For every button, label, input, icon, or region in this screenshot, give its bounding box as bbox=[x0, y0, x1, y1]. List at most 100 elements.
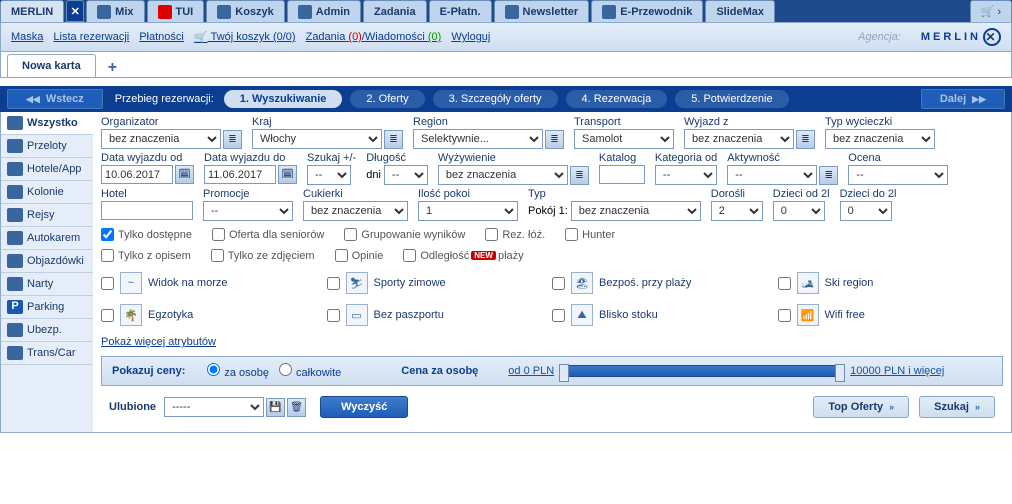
wyjazdz-list-icon[interactable]: ≣ bbox=[796, 130, 815, 149]
sidebar-rejsy[interactable]: Rejsy bbox=[1, 204, 93, 227]
sidebar-wszystko[interactable]: Wszystko bbox=[1, 112, 93, 135]
back-button[interactable]: Wstecz bbox=[7, 89, 103, 109]
aktywnosc-list-icon[interactable]: ≣ bbox=[819, 166, 838, 185]
aktywnosc-select[interactable]: -- bbox=[727, 165, 817, 185]
dorosli-select[interactable]: 2 bbox=[711, 201, 763, 221]
ocena-select[interactable]: -- bbox=[848, 165, 948, 185]
top-tab-koszyk[interactable]: Koszyk bbox=[206, 0, 285, 22]
region-select[interactable]: Selektywnie... bbox=[413, 129, 543, 149]
sidebar-parking[interactable]: PParking bbox=[1, 296, 93, 319]
top-tab-mix[interactable]: Mix bbox=[86, 0, 144, 22]
datado-input[interactable] bbox=[204, 165, 276, 184]
top-tab-tui[interactable]: TUI bbox=[147, 0, 205, 22]
promocje-select[interactable]: -- bbox=[203, 201, 293, 221]
close-icon[interactable]: ✕ bbox=[66, 0, 84, 22]
attr-blisko-stoku[interactable]: ⛰Blisko stoku bbox=[552, 304, 778, 326]
check-oferta-senior[interactable]: Oferta dla seniorów bbox=[212, 228, 324, 241]
katalog-input[interactable] bbox=[599, 165, 645, 184]
add-tab-button[interactable]: + bbox=[100, 59, 125, 77]
cukierki-select[interactable]: bez znaczenia bbox=[303, 201, 408, 221]
step-2[interactable]: 2. Oferty bbox=[350, 90, 424, 108]
menu-wyloguj[interactable]: Wyloguj bbox=[451, 31, 490, 43]
check-tylko-opis[interactable]: Tylko z opisem bbox=[101, 249, 191, 262]
tab-nowa-karta[interactable]: Nowa karta bbox=[7, 54, 96, 77]
menu-platnosci[interactable]: Płatności bbox=[139, 31, 184, 43]
price-from[interactable]: od 0 PLN bbox=[508, 365, 554, 377]
organizator-select[interactable]: bez znaczenia bbox=[101, 129, 221, 149]
check-tylko-zdjecie[interactable]: Tylko ze zdjęciem bbox=[211, 249, 315, 262]
top-tab-eplatn[interactable]: E-Płatn. bbox=[429, 0, 492, 22]
price-to[interactable]: 10000 PLN i więcej bbox=[850, 365, 944, 377]
step-5[interactable]: 5. Potwierdzenie bbox=[675, 90, 788, 108]
wyzywienie-list-icon[interactable]: ≣ bbox=[570, 166, 589, 185]
sidebar-autokarem[interactable]: Autokarem bbox=[1, 227, 93, 250]
ulubione-select[interactable]: ----- bbox=[164, 397, 264, 417]
top-tab-newsletter[interactable]: Newsletter bbox=[494, 0, 590, 22]
dorosli-label: Dorośli bbox=[711, 188, 763, 200]
sidebar-hotele[interactable]: Hotele/App bbox=[1, 158, 93, 181]
step-4[interactable]: 4. Rezerwacja bbox=[566, 90, 668, 108]
attr-wifi[interactable]: 📶Wifi free bbox=[778, 304, 1004, 326]
top-oferty-button[interactable]: Top Oferty» bbox=[813, 396, 909, 418]
kategoria-select[interactable]: -- bbox=[655, 165, 717, 185]
umbrella-icon bbox=[7, 323, 23, 337]
dataod-input[interactable] bbox=[101, 165, 173, 184]
sidebar-ubezp[interactable]: Ubezp. bbox=[1, 319, 93, 342]
attr-ski[interactable]: 🎿Ski region bbox=[778, 272, 1004, 294]
top-tab-zadania[interactable]: Zadania bbox=[363, 0, 427, 22]
top-tab-admin[interactable]: Admin bbox=[287, 0, 361, 22]
kraj-list-icon[interactable]: ≣ bbox=[384, 130, 403, 149]
check-hunter[interactable]: Hunter bbox=[565, 228, 615, 241]
show-more-attrs[interactable]: Pokaż więcej atrybutów bbox=[101, 336, 1003, 348]
step-3[interactable]: 3. Szczegóły oferty bbox=[433, 90, 558, 108]
top-tab-merlin[interactable]: MERLIN bbox=[0, 0, 64, 22]
check-rezloz[interactable]: Rez. łóż. bbox=[485, 228, 545, 241]
organizator-list-icon[interactable]: ≣ bbox=[223, 130, 242, 149]
typwyc-select[interactable]: bez znaczenia bbox=[825, 129, 935, 149]
wyjazdz-select[interactable]: bez znaczenia bbox=[684, 129, 794, 149]
top-tab-slidemax[interactable]: SlideMax bbox=[705, 0, 775, 22]
radio-calkowite[interactable]: całkowite bbox=[269, 363, 341, 379]
dlugosc-select[interactable]: -- bbox=[384, 165, 428, 185]
transport-select[interactable]: Samolot bbox=[574, 129, 674, 149]
check-odleglosc[interactable]: OdległośćNEWplaży bbox=[403, 249, 523, 262]
check-tylko-dostepne[interactable]: Tylko dostępne bbox=[101, 228, 192, 241]
menu-koszyk[interactable]: 🛒 Twój koszyk (0/0) bbox=[194, 31, 296, 44]
sidebar-kolonie[interactable]: Kolonie bbox=[1, 181, 93, 204]
iloscpokoi-select[interactable]: 1 bbox=[418, 201, 518, 221]
menu-zadania[interactable]: Zadania (0)/Wiadomości (0) bbox=[306, 31, 442, 43]
typ-select[interactable]: bez znaczenia bbox=[571, 201, 701, 221]
dataod-calendar-icon[interactable]: 🗓 bbox=[175, 165, 194, 184]
top-tab-eprzewodnik[interactable]: E-Przewodnik bbox=[591, 0, 703, 22]
radio-za-osobe[interactable]: za osobę bbox=[197, 363, 269, 379]
wyzywienie-select[interactable]: bez znaczenia bbox=[438, 165, 568, 185]
forward-button[interactable]: Dalej bbox=[921, 89, 1005, 109]
menu-maska[interactable]: Maska bbox=[11, 31, 43, 43]
hotel-input[interactable] bbox=[101, 201, 193, 220]
kraj-select[interactable]: Włochy bbox=[252, 129, 382, 149]
price-slider[interactable] bbox=[562, 365, 842, 377]
top-cart-arrow[interactable]: 🛒 › bbox=[970, 0, 1012, 22]
region-list-icon[interactable]: ≣ bbox=[545, 130, 564, 149]
check-opinie[interactable]: Opinie bbox=[335, 249, 384, 262]
datado-calendar-icon[interactable]: 🗓 bbox=[278, 165, 297, 184]
check-grupowanie[interactable]: Grupowanie wyników bbox=[344, 228, 465, 241]
menu-lista[interactable]: Lista rezerwacji bbox=[53, 31, 129, 43]
attr-bezpos-plazy[interactable]: 🏖Bezpoś. przy plaży bbox=[552, 272, 778, 294]
sidebar-transcar[interactable]: Trans/Car bbox=[1, 342, 93, 365]
sidebar-objazdowki[interactable]: Objazdówki bbox=[1, 250, 93, 273]
attr-egzotyka[interactable]: 🌴Egzotyka bbox=[101, 304, 327, 326]
szukaj-button[interactable]: Szukaj» bbox=[919, 396, 995, 418]
attr-widok[interactable]: ~Widok na morze bbox=[101, 272, 327, 294]
attr-sporty[interactable]: ⛷Sporty zimowe bbox=[327, 272, 553, 294]
szukaj-select[interactable]: -- bbox=[307, 165, 351, 185]
sidebar-narty[interactable]: Narty bbox=[1, 273, 93, 296]
attr-bezpaszportu[interactable]: ▭Bez paszportu bbox=[327, 304, 553, 326]
save-icon[interactable]: 💾 bbox=[266, 398, 285, 417]
delete-icon[interactable]: 🗑 bbox=[287, 398, 306, 417]
dziecido2l-select[interactable]: 0 bbox=[840, 201, 892, 221]
sidebar-przeloty[interactable]: Przeloty bbox=[1, 135, 93, 158]
dzieci2l-select[interactable]: 0 bbox=[773, 201, 825, 221]
step-1[interactable]: 1. Wyszukiwanie bbox=[224, 90, 343, 108]
wyczysc-button[interactable]: Wyczyść bbox=[320, 396, 408, 418]
